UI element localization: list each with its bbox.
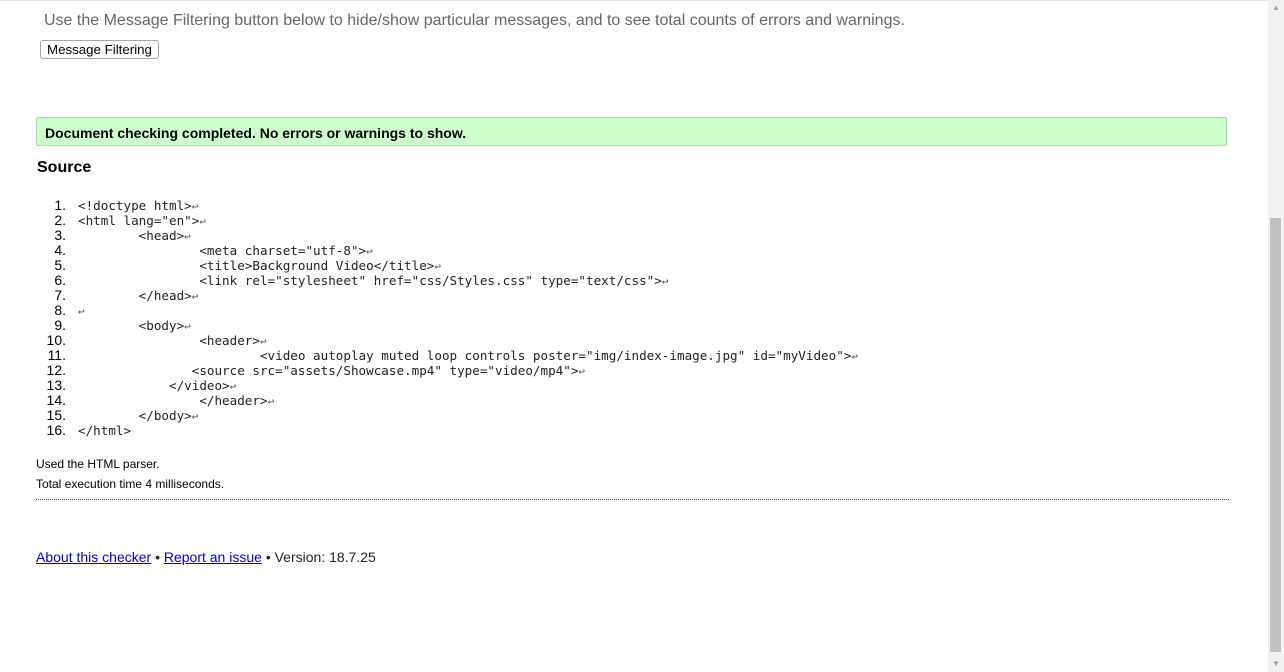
success-message-box: Document checking completed. No errors o… [36, 117, 1227, 146]
line-number: 6. [54, 272, 66, 288]
source-code-text: <link rel="stylesheet" href="css/Styles.… [78, 273, 668, 289]
source-code-text: <head>↩ [78, 228, 191, 244]
version-text: Version: 18.7.25 [274, 549, 376, 565]
line-end-icon: ↩ [366, 245, 373, 258]
line-end-icon: ↩ [851, 350, 858, 363]
line-number: 3. [54, 227, 66, 243]
source-code-text: </html> [78, 423, 131, 438]
line-end-icon: ↩ [661, 275, 669, 288]
line-number: 15. [46, 407, 66, 423]
line-number: 4. [54, 242, 66, 258]
code-content: <link rel="stylesheet" href="css/Styles.… [78, 273, 662, 288]
code-content: <head> [78, 228, 185, 243]
line-end-icon: ↩ [184, 320, 191, 333]
line-end-icon: ↩ [184, 230, 191, 243]
source-code-text: </body>↩ [78, 408, 199, 424]
footer-separator: • [265, 549, 271, 565]
line-number: 12. [46, 362, 66, 378]
line-number: 13. [46, 377, 66, 393]
top-divider [0, 0, 1268, 1]
scroll-down-arrow-icon[interactable]: ▼ [1271, 659, 1281, 669]
about-checker-link[interactable]: About this checker [36, 549, 151, 565]
report-issue-link[interactable]: Report an issue [164, 549, 262, 565]
filtering-intro-text: Use the Message Filtering button below t… [44, 12, 905, 29]
line-number: 10. [46, 332, 66, 348]
line-number: 1. [54, 197, 66, 213]
code-content: </head> [78, 288, 192, 303]
source-code-text: <html lang="en">↩ [78, 213, 206, 229]
line-end-icon: ↩ [578, 365, 586, 378]
source-code-text: <source src="assets/Showcase.mp4" type="… [78, 363, 585, 379]
line-end-icon: ↩ [434, 260, 441, 273]
source-code-text: <video autoplay muted loop controls post… [78, 348, 858, 364]
line-end-icon: ↩ [229, 380, 237, 393]
source-code-text: <meta charset="utf-8">↩ [78, 243, 373, 259]
source-code-text: <body>↩ [78, 318, 191, 334]
code-content: <meta charset="utf-8"> [78, 243, 367, 258]
code-content: </body> [78, 408, 192, 423]
line-number: 14. [46, 392, 66, 408]
source-code-text: </video>↩ [78, 378, 236, 394]
line-end-icon: ↩ [259, 335, 267, 348]
message-filtering-button[interactable]: Message Filtering [40, 40, 159, 59]
line-number: 2. [54, 212, 66, 228]
line-end-icon: ↩ [267, 395, 275, 408]
success-message-text: Document checking completed. No errors o… [45, 125, 467, 141]
source-heading: Source [37, 159, 92, 176]
code-content: </html> [78, 423, 132, 438]
execution-time-text: Total execution time 4 milliseconds. [36, 477, 225, 491]
line-number: 8. [54, 302, 66, 318]
line-number: 5. [54, 257, 66, 273]
line-end-icon: ↩ [191, 290, 199, 303]
line-number: 9. [54, 317, 66, 333]
code-content: <header> [78, 333, 260, 348]
parser-info-text: Used the HTML parser. [36, 457, 160, 471]
line-end-icon: ↩ [78, 305, 85, 318]
source-code-text: </head>↩ [78, 288, 199, 304]
scrollbar-thumb[interactable] [1270, 218, 1281, 652]
code-content: <!doctype html> [78, 198, 192, 213]
footer: About this checker • Report an issue • V… [36, 549, 376, 565]
line-number: 16. [46, 422, 66, 438]
source-code-text: <header>↩ [78, 333, 267, 349]
source-code-text: </header>↩ [78, 393, 274, 409]
code-content: <html lang="en"> [78, 213, 200, 228]
source-code-text: <!doctype html>↩ [78, 198, 198, 214]
line-end-icon: ↩ [191, 410, 199, 423]
vertical-scrollbar[interactable]: ▲ ▼ [1268, 0, 1284, 672]
line-number: 11. [47, 347, 66, 363]
code-content: <video autoplay muted loop controls post… [78, 348, 852, 363]
line-number: 7. [54, 287, 66, 303]
line-end-icon: ↩ [199, 215, 206, 228]
code-content: </video> [78, 378, 230, 393]
code-content: <title>Background Video</title> [78, 258, 435, 273]
code-content: </header> [78, 393, 268, 408]
footer-divider [36, 499, 1229, 500]
code-content: <body> [78, 318, 185, 333]
scroll-up-arrow-icon[interactable]: ▲ [1271, 3, 1281, 13]
source-code-text: ↩ [78, 303, 85, 319]
footer-separator: • [155, 549, 160, 565]
source-code-text: <title>Background Video</title>↩ [78, 258, 441, 274]
code-content: <source src="assets/Showcase.mp4" type="… [78, 363, 579, 378]
line-end-icon: ↩ [191, 200, 199, 213]
